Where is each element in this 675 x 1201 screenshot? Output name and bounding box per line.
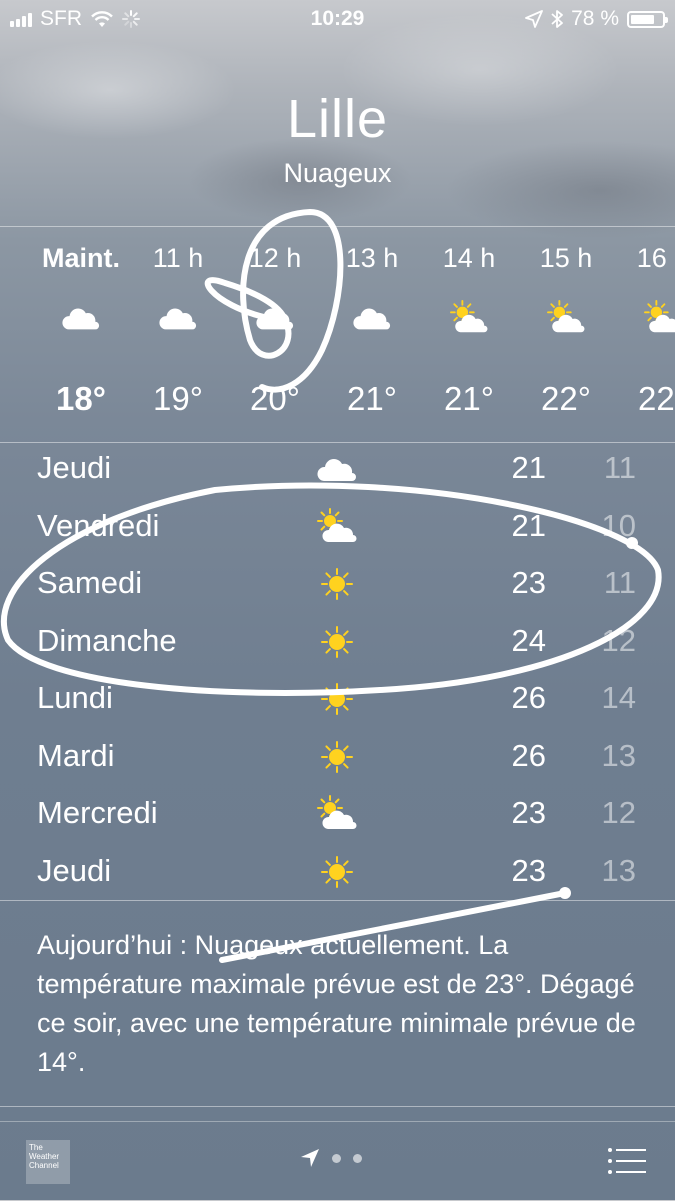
hour-label: 15 h [539, 243, 593, 273]
day-name: Mercredi [37, 795, 158, 830]
sun-icon [316, 623, 358, 661]
cloud-icon [255, 300, 295, 336]
bottom-toolbar: The Weather Channel [0, 1121, 675, 1201]
low-temperature: 11 [603, 565, 636, 600]
hour-label: 12 h [248, 243, 302, 273]
low-temperature: 11 [603, 450, 636, 485]
sun-icon [316, 680, 358, 718]
cloud-icon [316, 450, 358, 488]
cloud-icon [158, 300, 198, 336]
sun-icon [316, 853, 358, 891]
partly-sunny-icon [316, 507, 358, 546]
sun-icon [316, 565, 358, 603]
divider [0, 1106, 675, 1107]
hour-temperature: 21° [444, 380, 494, 417]
day-row: Jeudi 21 11 [0, 442, 675, 499]
hour-temperature: 19° [153, 380, 203, 417]
day-row: Jeudi 23 13 [0, 845, 675, 902]
low-temperature: 12 [601, 795, 636, 830]
battery-icon [627, 10, 668, 28]
day-name: Samedi [37, 565, 143, 600]
partly-sunny-icon [643, 300, 675, 336]
day-row: Dimanche 24 12 [0, 615, 675, 672]
list-icon[interactable] [607, 1146, 647, 1176]
partly-sunny-icon [316, 795, 358, 833]
partly-sunny-icon [449, 300, 489, 336]
hour-temperature: 21° [347, 380, 397, 417]
low-temperature: 14 [601, 680, 636, 715]
low-temperature: 12 [601, 622, 636, 658]
hour-temperature: 18° [56, 380, 106, 417]
high-temperature: 23 [511, 565, 546, 600]
hour-label: Maint. [42, 243, 120, 273]
divider [0, 226, 675, 227]
day-name: Lundi [37, 680, 113, 715]
current-location-arrow-icon [301, 1149, 319, 1167]
hour-temperature: 22° [638, 380, 675, 417]
status-bar: SFR 10:29 78 % [0, 0, 675, 38]
high-temperature: 21 [511, 450, 546, 485]
page-indicator[interactable] [300, 1148, 362, 1168]
day-name: Jeudi [37, 852, 112, 888]
day-name: Mardi [37, 737, 115, 773]
forecast-summary: Aujourd’hui : Nuageux actuellement. La t… [37, 930, 636, 1077]
high-temperature: 26 [511, 680, 546, 715]
partly-sunny-icon [546, 300, 586, 336]
cloud-icon [352, 300, 392, 336]
hour-temperature: 20° [250, 380, 300, 417]
bluetooth-icon [551, 10, 564, 28]
high-temperature: 26 [511, 737, 546, 773]
day-row: Vendredi 21 10 [0, 500, 675, 557]
high-temperature: 21 [511, 507, 546, 543]
day-row: Lundi 26 14 [0, 672, 675, 729]
cloud-icon [61, 300, 101, 336]
low-temperature: 13 [601, 852, 636, 888]
location-arrow-icon [525, 10, 544, 28]
city-name: Lille [286, 89, 389, 149]
day-row: Samedi 23 11 [0, 557, 675, 614]
page-dot[interactable] [353, 1153, 362, 1163]
hour-label: 11 h [152, 243, 204, 273]
hourly-forecast[interactable]: Maint. 18° 11 h 19° 12 h 20° 13 h 21° 14 h 21° 15 … [0, 228, 675, 442]
hour-temperature: 22° [541, 380, 591, 417]
hour-label: 16 h [636, 243, 675, 273]
hour-label: 13 h [345, 243, 399, 273]
day-name: Vendredi [37, 507, 160, 543]
high-temperature: 23 [511, 852, 546, 888]
current-condition: Nuageux [283, 158, 392, 188]
sun-icon [316, 738, 358, 776]
hour-label: 14 h [442, 243, 496, 273]
high-temperature: 23 [511, 795, 546, 830]
day-name: Jeudi [37, 450, 112, 485]
low-temperature: 10 [601, 507, 636, 543]
page-dot[interactable] [332, 1153, 341, 1163]
weather-channel-logo[interactable]: The Weather Channel [26, 1140, 70, 1184]
low-temperature: 13 [601, 737, 636, 773]
day-row: Mercredi 23 12 [0, 787, 675, 844]
divider [0, 900, 675, 901]
high-temperature: 24 [511, 622, 546, 658]
day-name: Dimanche [37, 622, 177, 658]
battery-percent: 78 % [571, 7, 619, 30]
day-row: Mardi 26 13 [0, 730, 675, 787]
